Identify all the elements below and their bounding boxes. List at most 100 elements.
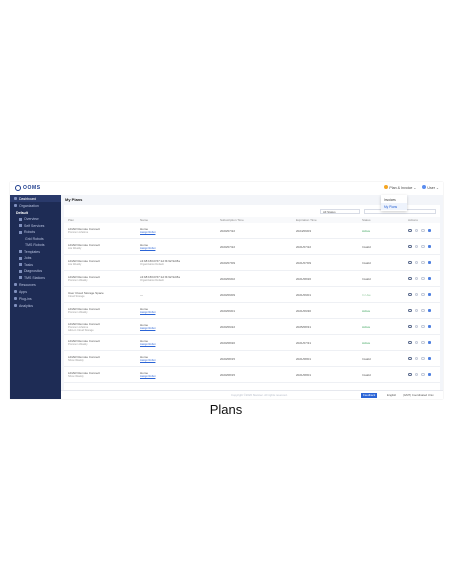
subscription-time-cell: 2020/07/22	[216, 223, 292, 239]
feedback-button[interactable]: Feedback	[361, 392, 378, 398]
cart-icon[interactable]	[421, 292, 425, 297]
logo[interactable]: OOMS	[15, 185, 41, 191]
sidebar-item-dashboard[interactable]: Dashboard	[10, 195, 61, 202]
renew-icon[interactable]	[414, 308, 418, 313]
self-services-icon	[19, 224, 22, 228]
subscription-time-cell: 2020/07/09	[216, 254, 292, 271]
renew-icon[interactable]	[414, 260, 418, 265]
info-icon[interactable]	[408, 292, 412, 297]
status-cell: Invalid	[358, 350, 404, 367]
actions-cell	[404, 350, 440, 367]
plans-menu[interactable]: Plan & Invoice ⌄	[384, 185, 416, 190]
info-icon[interactable]	[408, 324, 412, 329]
plugins-icon	[14, 297, 17, 300]
cart-icon[interactable]	[421, 340, 425, 345]
link-icon[interactable]	[427, 324, 431, 329]
renew-icon[interactable]	[414, 292, 418, 297]
sidebar-item-analytics[interactable]: Analytics	[10, 302, 61, 309]
plan-icon	[384, 185, 389, 189]
info-icon[interactable]	[408, 244, 412, 249]
overview-icon	[19, 217, 22, 221]
link-icon[interactable]	[427, 356, 431, 361]
renew-icon[interactable]	[414, 356, 418, 361]
top-right-menu: Plan & Invoice ⌄ User ⌄	[384, 185, 439, 190]
renew-icon[interactable]	[414, 276, 418, 281]
info-icon[interactable]	[408, 276, 412, 281]
app-screenshot: OOMS Plan & Invoice ⌄ User ⌄ Invoices My…	[10, 182, 443, 399]
cart-icon[interactable]	[421, 308, 425, 313]
renew-icon[interactable]	[414, 228, 418, 233]
organization-name: Organization Default	[140, 263, 164, 266]
actions-cell	[404, 286, 440, 303]
copyright-text: Copyright ©2020 Slamtec. All rights rese…	[231, 393, 288, 397]
sidebar-item-organization[interactable]: Organization	[10, 202, 61, 209]
timezone-select[interactable]: (GMT) Coordinated Univ.	[403, 393, 434, 397]
status-cell: Active	[358, 318, 404, 335]
info-icon[interactable]	[408, 228, 412, 233]
plan-type: Show Weekly	[68, 375, 84, 378]
stations-icon	[19, 276, 22, 280]
assign-robot-link[interactable]: Assign Robot	[140, 247, 216, 250]
user-label: User	[427, 186, 435, 190]
status-cell: Invalid	[358, 270, 404, 287]
link-icon[interactable]	[427, 260, 431, 265]
plan-addon: Add-on Cloud Storage	[68, 328, 94, 332]
dropdown-item-invoices[interactable]: Invoices	[381, 196, 407, 203]
sidebar-item-plugins[interactable]: Plug-ins	[10, 295, 61, 302]
cart-icon[interactable]	[421, 356, 425, 361]
logo-icon	[15, 185, 21, 191]
link-icon[interactable]	[427, 276, 431, 281]
actions-cell	[404, 318, 440, 335]
table-row: LiDAR Remote Connect Premium Lifetime Add-…	[64, 318, 440, 335]
renew-icon[interactable]	[414, 372, 418, 377]
info-icon[interactable]	[408, 372, 412, 377]
name-cell: Home Assign Robot	[136, 334, 216, 351]
assign-robot-link[interactable]: Assign Robot	[140, 327, 216, 330]
cart-icon[interactable]	[421, 244, 425, 249]
sidebar-org-default[interactable]: Default	[10, 209, 61, 216]
assign-robot-link[interactable]: Assign Robot	[140, 231, 216, 234]
organization-name: Organization Default	[140, 279, 164, 282]
expiration-time-cell: 2021/08/26	[292, 270, 358, 287]
link-icon[interactable]	[427, 340, 431, 345]
name-cell: Home Assign Robot	[136, 318, 216, 335]
sidebar-item-label: Robots	[24, 230, 36, 235]
link-icon[interactable]	[427, 308, 431, 313]
sidebar-item-resources[interactable]: Resources	[10, 281, 61, 288]
organization-icon	[14, 204, 17, 207]
link-icon[interactable]	[427, 244, 431, 249]
info-icon[interactable]	[408, 308, 412, 313]
renew-icon[interactable]	[414, 324, 418, 329]
cart-icon[interactable]	[421, 228, 425, 233]
info-icon[interactable]	[408, 340, 412, 345]
link-icon[interactable]	[427, 228, 431, 233]
renew-icon[interactable]	[414, 340, 418, 345]
robots-icon	[19, 230, 22, 234]
cart-icon[interactable]	[421, 260, 425, 265]
sidebar-item-apps[interactable]: Apps	[10, 288, 61, 295]
sidebar-item-label: Analytics	[19, 303, 34, 308]
dropdown-item-my-plans[interactable]: My Plans	[381, 203, 407, 210]
info-icon[interactable]	[408, 260, 412, 265]
link-icon[interactable]	[427, 372, 431, 377]
info-icon[interactable]	[408, 356, 412, 361]
status-cell: Invalid	[358, 238, 404, 255]
page-title: My Plans	[65, 197, 83, 202]
cart-icon[interactable]	[421, 276, 425, 281]
cart-icon[interactable]	[421, 372, 425, 377]
assign-robot-link[interactable]: Assign Robot	[140, 375, 216, 378]
link-icon[interactable]	[427, 292, 431, 297]
status-filter-select[interactable]: All Status	[320, 209, 360, 214]
renew-icon[interactable]	[414, 244, 418, 249]
status-cell: Invalid	[358, 366, 404, 383]
language-select[interactable]: English	[387, 393, 396, 397]
assign-robot-link[interactable]: Assign Robot	[140, 343, 216, 346]
table-row: LiDAR Remote Connect Lite Weekly Home Assig…	[64, 238, 440, 255]
actions-cell	[404, 302, 440, 319]
assign-robot-link[interactable]: Assign Robot	[140, 359, 216, 362]
jobs-icon	[19, 256, 22, 260]
user-menu[interactable]: User ⌄	[422, 185, 439, 190]
cart-icon[interactable]	[421, 324, 425, 329]
assign-robot-link[interactable]: Assign Robot	[140, 311, 216, 314]
name-cell: c4:b8:b8:b0:57:1d:f4:92:9d:8a Organizatio…	[136, 254, 216, 271]
